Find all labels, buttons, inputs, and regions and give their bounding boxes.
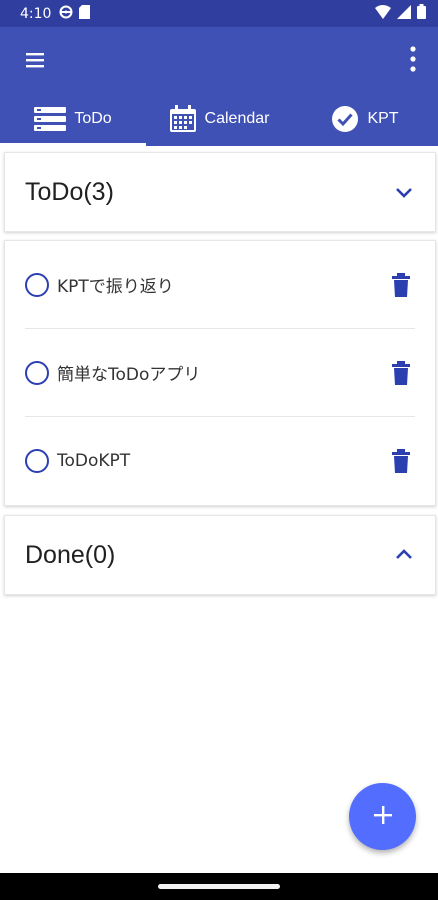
unchecked-circle-icon[interactable]	[25, 449, 49, 473]
status-time: 4:10	[20, 5, 52, 22]
todo-section-title: ToDo(3)	[25, 177, 114, 206]
app-bar	[0, 27, 438, 92]
more-vert-icon[interactable]	[408, 45, 418, 73]
todo-item-text: ToDoKPT	[57, 451, 131, 471]
unchecked-circle-icon[interactable]	[25, 360, 49, 385]
signal-icon	[397, 4, 411, 23]
todo-section-header[interactable]: ToDo(3)	[5, 153, 435, 231]
list-item[interactable]: KPTで振り返り	[25, 241, 415, 329]
hamburger-menu-icon[interactable]	[24, 49, 46, 71]
todo-list-card: KPTで振り返り 簡単なToDoアプリ ToDoKPT	[4, 240, 436, 506]
steering-wheel-icon	[59, 5, 73, 23]
battery-icon	[417, 4, 426, 23]
tab-bar: ToDo Calendar KPT	[0, 92, 438, 146]
todo-item-text: KPTで振り返り	[57, 277, 174, 297]
home-gesture-handle[interactable]	[158, 884, 280, 889]
tab-calendar[interactable]: Calendar	[146, 92, 292, 146]
system-nav-bar	[0, 873, 438, 900]
unchecked-circle-icon[interactable]	[25, 272, 49, 297]
chevron-up-icon[interactable]	[393, 544, 415, 566]
list-item[interactable]: ToDoKPT	[25, 417, 415, 505]
tab-todo[interactable]: ToDo	[0, 92, 146, 146]
todo-item-text: 簡単なToDoアプリ	[57, 365, 201, 385]
wifi-icon	[375, 4, 391, 23]
tab-kpt[interactable]: KPT	[292, 92, 438, 146]
plus-icon	[373, 805, 393, 829]
done-section-card: Done(0)	[4, 515, 436, 595]
todo-section-card: ToDo(3)	[4, 152, 436, 232]
done-section-header[interactable]: Done(0)	[5, 516, 435, 594]
done-section-title: Done(0)	[25, 540, 116, 569]
chevron-down-icon[interactable]	[393, 181, 415, 203]
list-icon	[34, 106, 67, 132]
add-todo-button[interactable]	[349, 783, 416, 850]
status-bar: 4:10	[0, 0, 438, 27]
tab-calendar-label: Calendar	[204, 110, 270, 127]
check-circle-icon	[331, 105, 359, 133]
trash-icon[interactable]	[391, 272, 411, 297]
sd-card-icon	[79, 4, 91, 23]
trash-icon[interactable]	[391, 360, 411, 385]
calendar-icon	[169, 105, 197, 133]
tab-todo-label: ToDo	[74, 110, 112, 127]
trash-icon[interactable]	[391, 449, 411, 473]
tab-kpt-label: KPT	[367, 110, 399, 127]
list-item[interactable]: 簡単なToDoアプリ	[25, 329, 415, 417]
